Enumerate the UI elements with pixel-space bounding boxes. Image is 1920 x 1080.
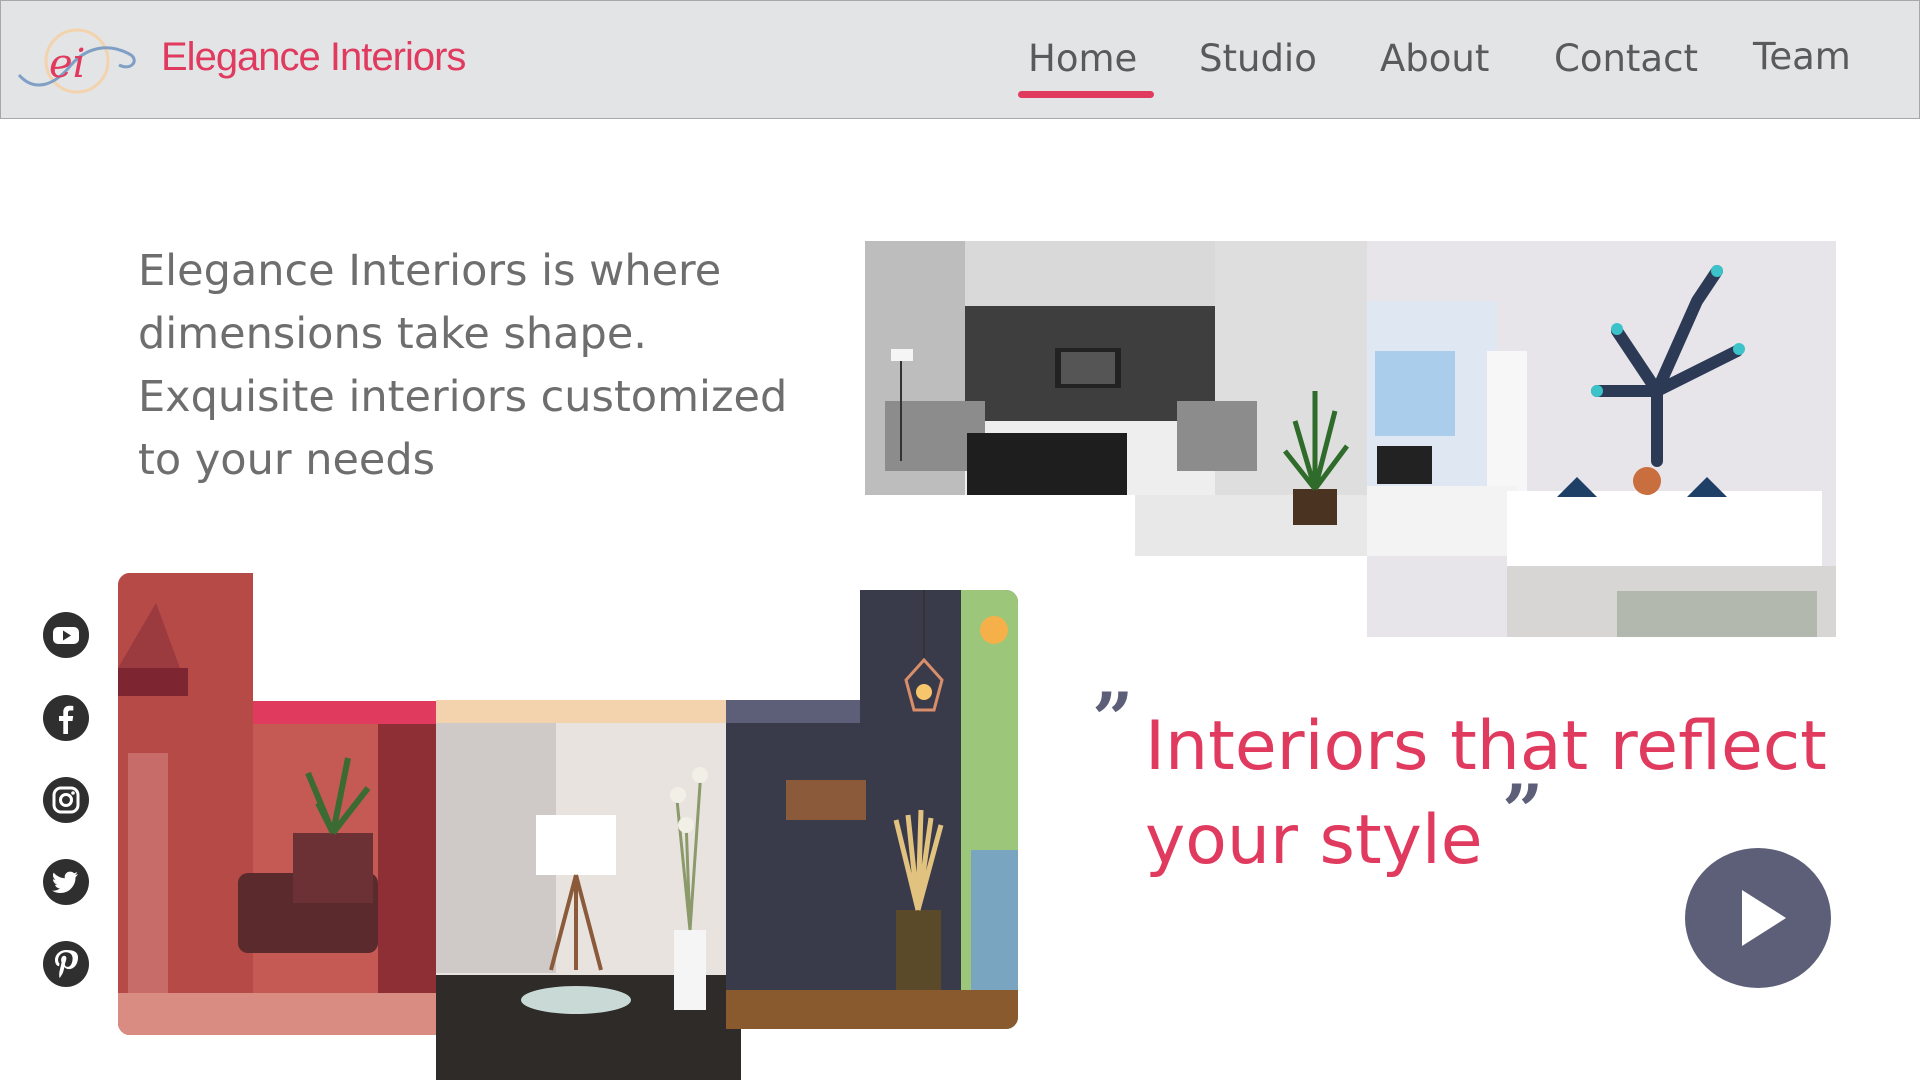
nav-home[interactable]: Home [1028, 37, 1137, 80]
play-video-button[interactable] [1685, 848, 1831, 988]
lamp-photo [436, 700, 741, 1080]
nav-studio[interactable]: Studio [1199, 37, 1317, 80]
intro-line: Elegance Interiors is where [138, 246, 722, 296]
intro-line: dimensions take shape. [138, 309, 647, 359]
tagline-line: your style [1145, 801, 1483, 880]
red-room-photo [118, 573, 436, 1035]
kids-room-photo [1367, 241, 1836, 637]
brand-name[interactable]: Elegance Interiors [161, 35, 466, 80]
nav-team[interactable]: Team [1753, 35, 1851, 78]
twitter-icon[interactable] [42, 858, 90, 906]
open-quote-icon: ” [1092, 676, 1134, 761]
instagram-icon[interactable] [42, 776, 90, 824]
intro-line: Exquisite interiors customized [138, 372, 788, 422]
tagline-line: Interiors that reflect [1145, 707, 1827, 786]
svg-text:ei: ei [49, 41, 85, 87]
pendant-lamp-photo [726, 590, 1018, 1029]
youtube-icon[interactable] [42, 611, 90, 659]
intro-line: to your needs [138, 435, 436, 485]
close-quote-icon: ” [1502, 768, 1544, 853]
nav-about[interactable]: About [1380, 37, 1489, 80]
logo-icon[interactable]: ei [15, 23, 139, 99]
intro-text: Elegance Interiors is where dimensions t… [138, 240, 798, 492]
nav-active-indicator [1018, 91, 1154, 98]
living-room-photo [865, 241, 1370, 556]
top-navbar: ei Elegance Interiors Home Studio About … [0, 0, 1920, 119]
pinterest-icon[interactable] [42, 940, 90, 988]
play-icon [1742, 890, 1786, 946]
facebook-icon[interactable] [42, 694, 90, 742]
nav-contact[interactable]: Contact [1554, 37, 1698, 80]
